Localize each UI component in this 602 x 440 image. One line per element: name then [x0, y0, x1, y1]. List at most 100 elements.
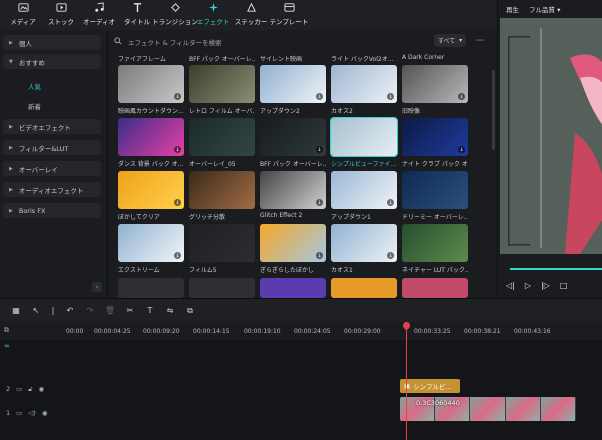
subcategory-item[interactable]: 人気 [28, 81, 41, 91]
effect-thumbnail[interactable]: ↓ [260, 171, 326, 209]
playhead[interactable] [406, 322, 407, 440]
effect-card[interactable]: ↓ カオス2 [331, 65, 397, 115]
download-icon[interactable]: ↓ [174, 252, 181, 259]
effect-thumbnail[interactable] [330, 117, 398, 157]
redo-icon[interactable]: ↷ [80, 304, 100, 318]
download-icon[interactable]: ↓ [174, 146, 181, 153]
download-icon[interactable]: ↓ [458, 93, 465, 100]
effect-clip[interactable]: ▣ シンプルビ... [400, 379, 460, 393]
effect-thumbnail[interactable]: ↓ [118, 65, 184, 103]
adjust-icon[interactable]: ⇋ [160, 304, 180, 318]
toolbar-tab-7[interactable]: テンプレート [270, 0, 308, 30]
effect-thumbnail[interactable] [402, 224, 468, 262]
effect-thumbnail[interactable]: ↓ [118, 171, 184, 209]
effect-thumbnail[interactable] [189, 171, 255, 209]
category-item[interactable]: ▼ おすすめ [3, 54, 101, 69]
effect-card[interactable]: ↓ BFF パック オーバーレ... [260, 118, 326, 168]
effect-card[interactable]: グリッチ分散 [189, 171, 255, 221]
download-icon[interactable]: ↓ [316, 146, 323, 153]
link-icon[interactable]: ∞ [4, 342, 10, 350]
timeline-ruler[interactable]: 00:00 00:00:04:25 00:00:09:20 00:00:14:15 00… [0, 322, 602, 340]
effect-card[interactable]: ↓ ぼかしてクリア [118, 171, 184, 221]
folder-icon[interactable]: ▭ [16, 385, 22, 393]
category-item[interactable]: ▶ フィルター&LUT [3, 140, 101, 155]
effect-thumbnail-partial[interactable] [402, 278, 468, 298]
category-item[interactable]: ▶ Boris FX [3, 203, 101, 218]
effect-card[interactable]: ↓ アップダウン1 [331, 171, 397, 221]
grid-scrollbar[interactable] [492, 70, 495, 150]
effect-card[interactable]: ↓ エクストリーム [118, 224, 184, 274]
effect-card[interactable]: ↓ Glitch Effect 2 [260, 171, 326, 219]
delete-icon[interactable]: 🗑 [100, 304, 120, 318]
step-forward-icon[interactable]: |▷ [541, 281, 550, 290]
subcategory-item[interactable]: 新着 [28, 101, 41, 111]
download-icon[interactable]: ↓ [174, 199, 181, 206]
speaker-icon[interactable]: ◁) [28, 409, 36, 417]
undo-icon[interactable]: ↶ [60, 304, 80, 318]
stop-icon[interactable]: □ [560, 281, 568, 290]
effect-thumbnail[interactable]: ↓ [331, 65, 397, 103]
effect-card[interactable]: ↓ ぎらぎらしたぼかし [260, 224, 326, 274]
play-icon[interactable]: ▷ [525, 281, 531, 290]
effect-card[interactable]: ネイチャー LUT パック... [402, 224, 468, 274]
effect-thumbnail-partial[interactable] [260, 278, 326, 298]
collapse-panel-button[interactable]: ‹ [92, 282, 102, 292]
download-icon[interactable]: ↓ [387, 252, 394, 259]
effect-thumbnail[interactable] [189, 118, 255, 156]
effect-thumbnail-partial[interactable] [189, 278, 255, 298]
effect-thumbnail-partial[interactable] [118, 278, 184, 298]
preview-progress-bar[interactable] [510, 268, 602, 270]
toolbar-tab-4[interactable]: トランジション [152, 0, 198, 30]
scissors-icon[interactable]: ✂ [120, 304, 140, 318]
eye-icon[interactable]: ◉ [39, 385, 45, 393]
effect-thumbnail[interactable] [189, 65, 255, 103]
download-icon[interactable]: ↓ [316, 93, 323, 100]
effect-card[interactable]: レトロ フィルム オーバ... [189, 65, 255, 115]
effect-thumbnail[interactable]: ↓ [260, 65, 326, 103]
quality-selector[interactable]: フル品質 ▾ [529, 4, 560, 14]
effect-card[interactable]: ↓ ナイト クラブ パック オ... [402, 118, 468, 168]
effect-card[interactable]: ↓ 映画風カウントダウン... [118, 65, 184, 115]
download-icon[interactable]: ↓ [387, 93, 394, 100]
effect-thumbnail[interactable] [189, 224, 255, 262]
effect-card[interactable]: ↓ アップダウン2 [260, 65, 326, 115]
folder-icon[interactable]: ▭ [16, 409, 22, 417]
toolbar-tab-1[interactable]: ストック [42, 0, 80, 30]
category-item[interactable]: ▶ ビデオエフェクト [3, 119, 101, 134]
effect-thumbnail-partial[interactable] [331, 278, 397, 298]
effect-card[interactable]: ↓ ダンス 背景 パック オ... [118, 118, 184, 168]
category-item[interactable]: ▶ オーバーレイ [3, 161, 101, 176]
category-item[interactable]: ▶ オーディオエフェクト [3, 182, 101, 197]
track-manager-icon[interactable]: ⧉ [4, 326, 10, 335]
download-icon[interactable]: ↓ [316, 252, 323, 259]
download-icon[interactable]: ↓ [387, 199, 394, 206]
sticker-tool-icon[interactable]: ⧉ [180, 304, 200, 318]
more-options-icon[interactable]: ⋯ [474, 34, 486, 47]
toolbar-tab-2[interactable]: オーディオ [80, 0, 118, 30]
search-bar[interactable]: エフェクト & フィルターを検索 [114, 35, 432, 48]
effect-card[interactable]: フィルム5 [189, 224, 255, 274]
lock-icon[interactable]: 🔓︎ [28, 385, 32, 394]
toolbar-tab-5[interactable]: エフェクト [194, 0, 232, 30]
effect-thumbnail[interactable]: ↓ [260, 118, 326, 156]
text-tool-icon[interactable]: T [140, 304, 160, 318]
toolbar-tab-6[interactable]: ステッカー [232, 0, 270, 30]
effect-card[interactable]: オーバーレイ_05 [189, 118, 255, 168]
effect-thumbnail[interactable]: ↓ [331, 224, 397, 262]
eye-icon[interactable]: ◉ [42, 409, 48, 417]
effect-card[interactable]: ドリーミー オーバーレ... [402, 171, 468, 221]
effect-thumbnail[interactable]: ↓ [118, 118, 184, 156]
filter-dropdown[interactable]: すべて ▾ [434, 34, 466, 47]
toolbar-tab-0[interactable]: メディア [4, 0, 42, 30]
effect-card[interactable]: シンプルビューファイ... [330, 117, 398, 168]
toolbar-tab-3[interactable]: タイトル [118, 0, 156, 30]
step-back-icon[interactable]: ◁| [506, 281, 515, 290]
category-item[interactable]: ▶ 個人 [3, 35, 101, 50]
effect-thumbnail[interactable]: ↓ [118, 224, 184, 262]
download-icon[interactable]: ↓ [174, 93, 181, 100]
effect-thumbnail[interactable] [402, 171, 468, 209]
select-pointer-icon[interactable]: ↖ [26, 304, 46, 318]
video-clip[interactable]: 0.3C3060440 [400, 397, 576, 421]
effect-thumbnail[interactable]: ↓ [402, 118, 468, 156]
effect-card[interactable]: ↓ 旧映像 [402, 65, 468, 115]
